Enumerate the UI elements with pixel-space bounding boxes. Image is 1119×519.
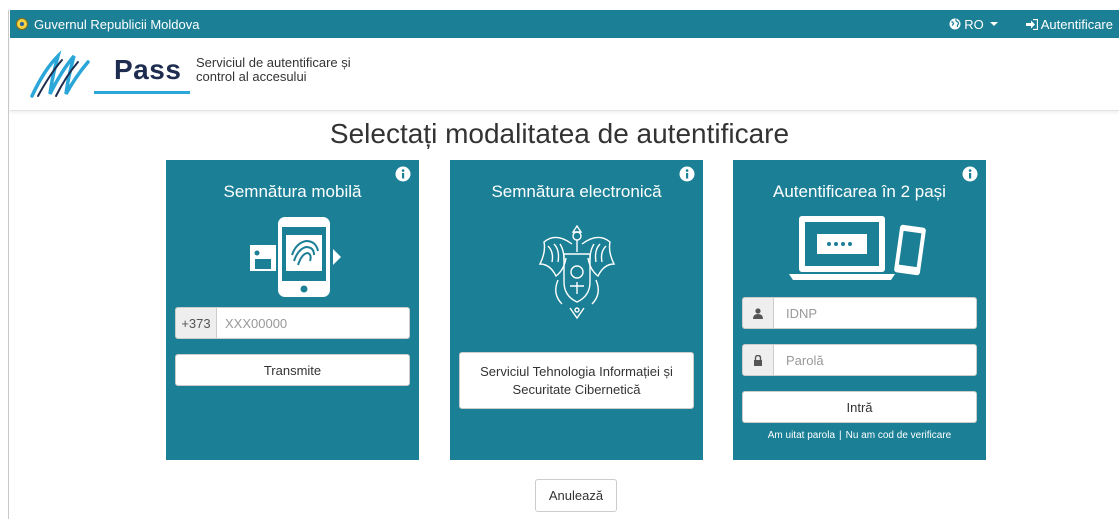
auth-links: Am uitat parola | Nu am cod de verificare xyxy=(733,430,986,441)
language-label: RO xyxy=(964,16,984,32)
idnp-input[interactable] xyxy=(774,297,977,329)
site-header: Pass Serviciul de autentificare și contr… xyxy=(10,38,1119,111)
user-icon xyxy=(742,297,774,329)
forgot-password-link[interactable]: Am uitat parola xyxy=(768,430,835,441)
header-tagline: Serviciul de autentificare și control al… xyxy=(196,56,351,84)
mobile-phone-illustration xyxy=(250,217,341,297)
phone-number-input[interactable] xyxy=(217,307,410,339)
gov-top-bar: Guvernul Republicii Moldova RO Autentifi… xyxy=(10,10,1119,38)
card-title-mobile: Semnătura mobilă xyxy=(223,182,362,201)
sign-in-icon xyxy=(1025,18,1038,30)
card-electronic-signature: Semnătura electronică Serviciul Tehnolog… xyxy=(450,160,703,460)
cancel-button[interactable]: Anulează xyxy=(535,479,617,512)
page-title: Selectați modalitatea de autentificare xyxy=(329,118,790,149)
login-label: Autentificare xyxy=(1040,16,1113,32)
card-title-electronic: Semnătura electronică xyxy=(491,182,662,201)
gov-brand[interactable]: Guvernul Republicii Moldova xyxy=(16,10,199,38)
no-verification-code-link[interactable]: Nu am cod de verificare xyxy=(846,430,952,441)
login-link[interactable]: Autentificare xyxy=(1025,16,1113,32)
password-input[interactable] xyxy=(774,344,977,376)
gov-seal-icon xyxy=(16,18,28,30)
logo-text: Pass xyxy=(114,54,182,85)
gov-bar-actions: RO Autentificare xyxy=(949,10,1113,38)
phone-input-group: +373 xyxy=(175,307,410,339)
card-two-step-auth: Autentificarea în 2 pași Intră Am uitat … xyxy=(733,160,986,460)
coat-of-arms-icon xyxy=(538,224,616,320)
lock-icon xyxy=(742,344,774,376)
tagline-line-2: control al accesului xyxy=(196,69,307,84)
info-icon[interactable] xyxy=(962,166,978,182)
it-security-service-button[interactable]: Serviciul Tehnologia Informației și Secu… xyxy=(459,352,694,409)
language-dropdown[interactable]: RO xyxy=(949,17,998,32)
mpass-logo[interactable]: Pass xyxy=(30,48,190,100)
logo-underline xyxy=(94,91,190,94)
info-icon[interactable] xyxy=(395,166,411,182)
tagline-line-1: Serviciul de autentificare și xyxy=(196,55,351,70)
idnp-field-group xyxy=(742,297,977,329)
password-field-group xyxy=(742,344,977,376)
card-mobile-signature: Semnătura mobilă +373 Transmite xyxy=(166,160,419,460)
transmit-button[interactable]: Transmite xyxy=(175,354,410,386)
info-icon[interactable] xyxy=(679,166,695,182)
links-separator: | xyxy=(839,430,842,441)
phone-prefix: +373 xyxy=(175,307,217,339)
caret-down-icon xyxy=(989,22,998,26)
laptop-and-phone-illustration xyxy=(789,216,926,280)
page-frame-border xyxy=(8,10,9,519)
card-title-two-step: Autentificarea în 2 pași xyxy=(773,182,946,201)
gov-title: Guvernul Republicii Moldova xyxy=(34,16,200,32)
login-button[interactable]: Intră xyxy=(742,391,977,423)
globe-icon xyxy=(949,18,961,30)
